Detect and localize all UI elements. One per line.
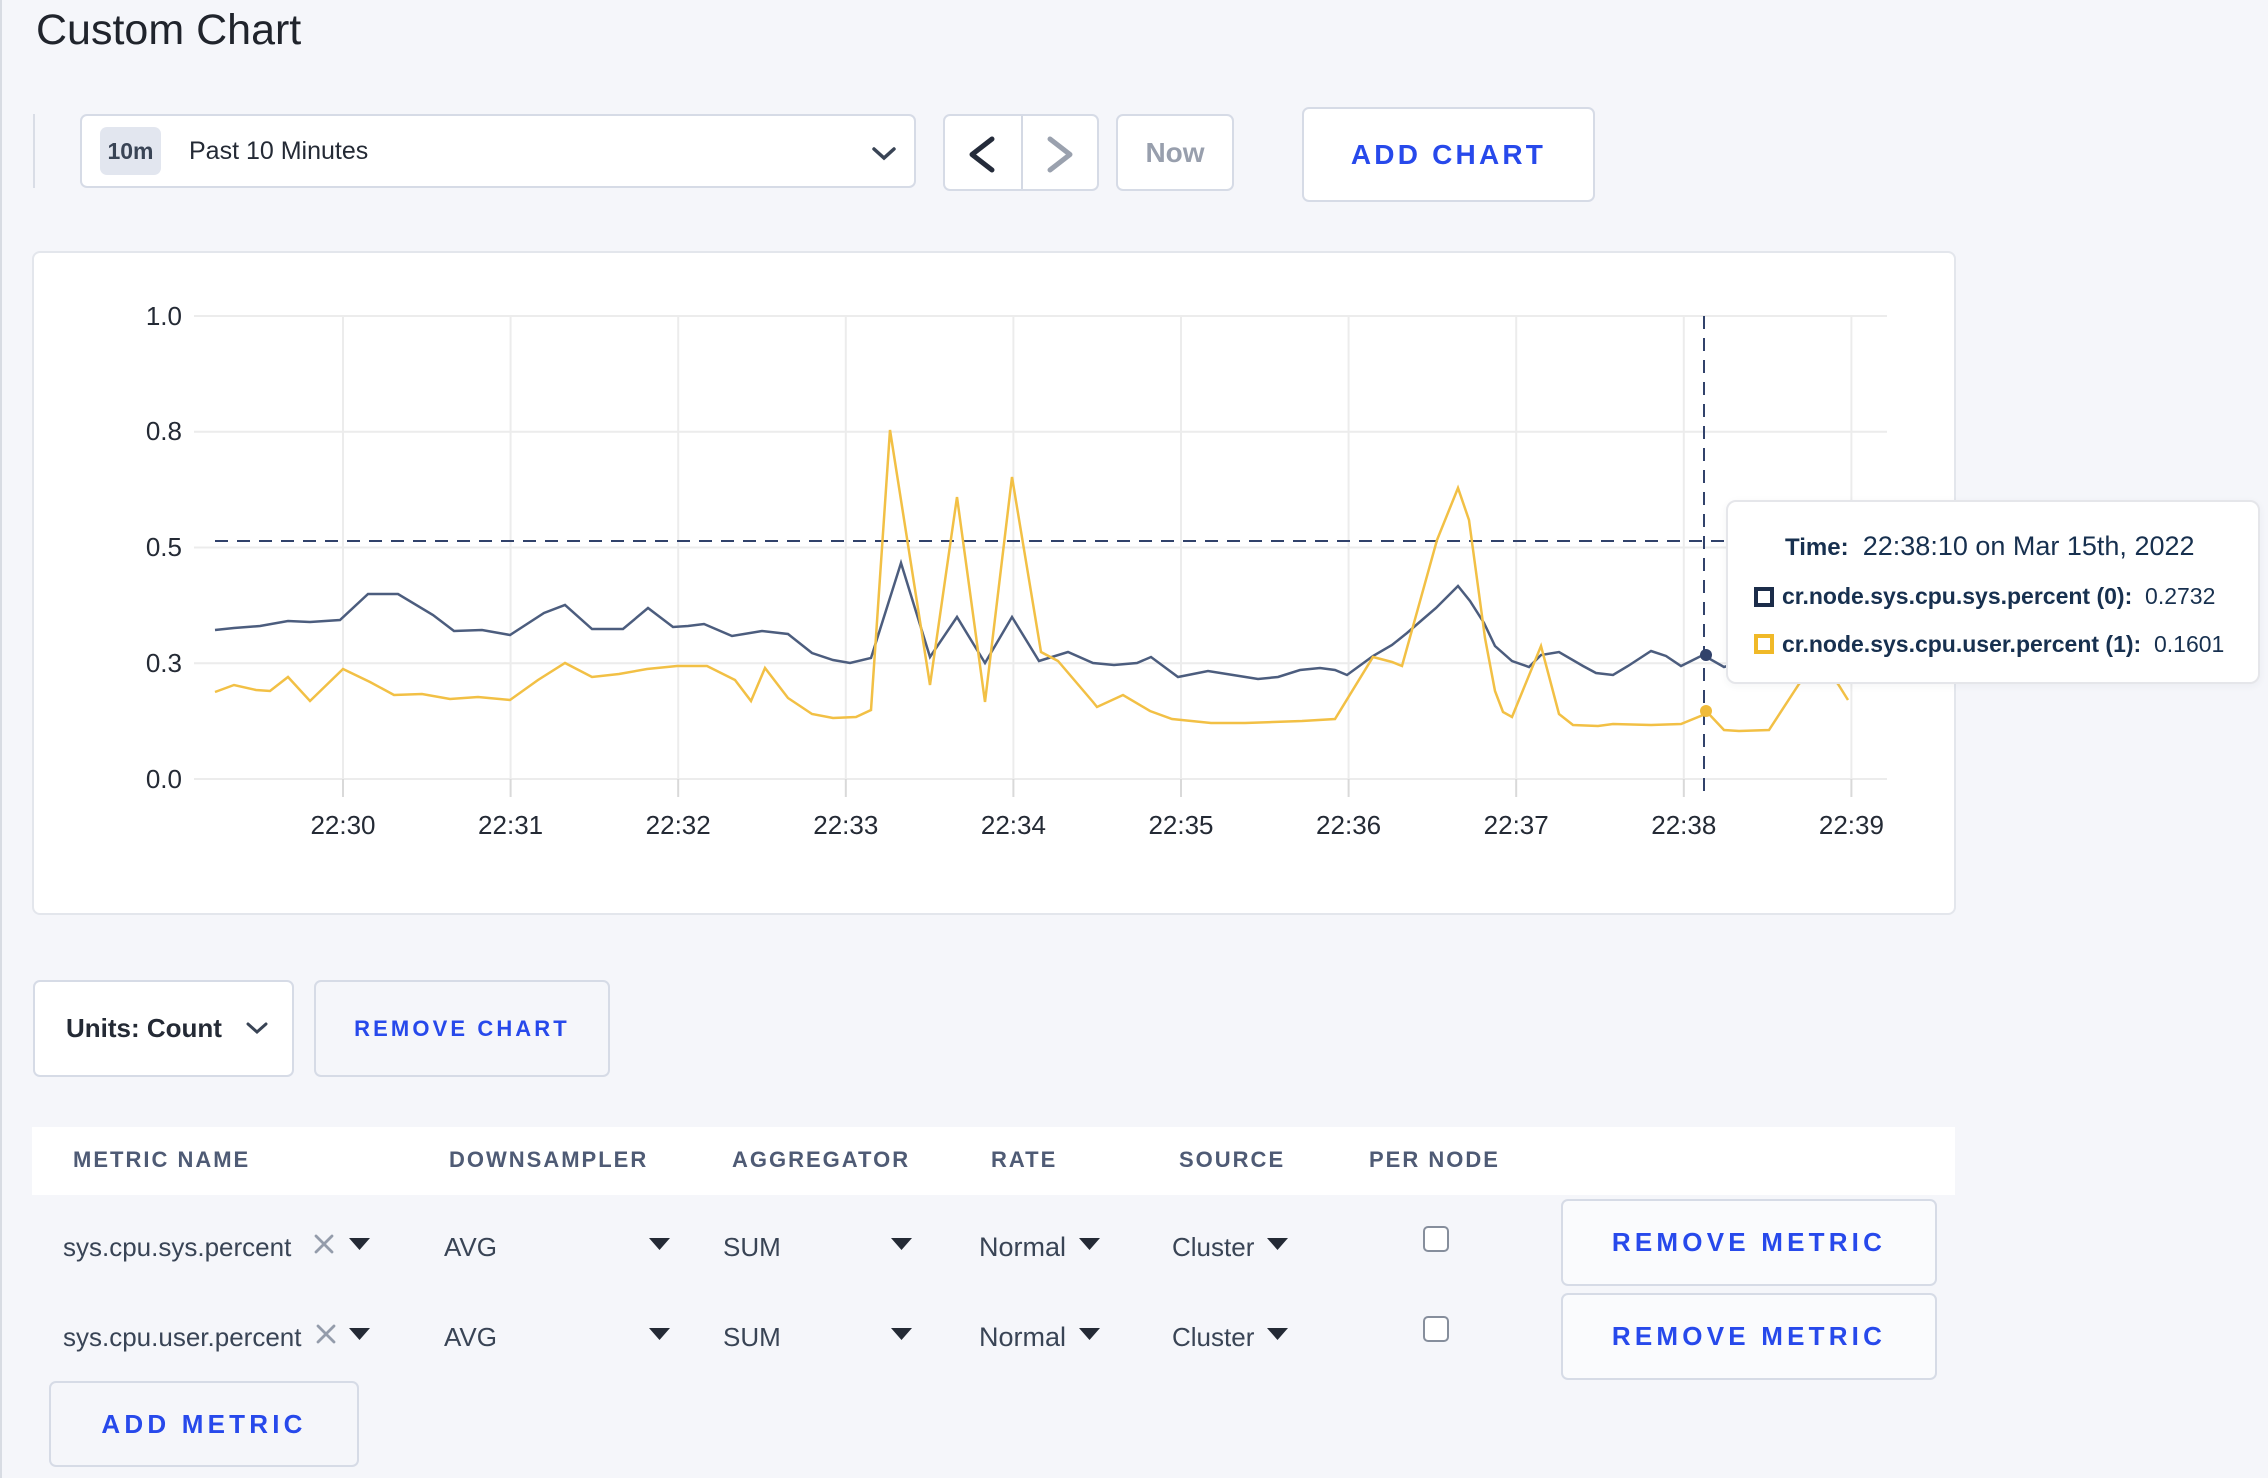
svg-text:22:36: 22:36 (1316, 810, 1381, 840)
svg-text:22:34: 22:34 (981, 810, 1046, 840)
svg-text:22:39: 22:39 (1819, 810, 1884, 840)
svg-text:22:35: 22:35 (1148, 810, 1213, 840)
svg-text:0.3: 0.3 (146, 648, 182, 678)
svg-text:0.8: 0.8 (146, 416, 182, 446)
svg-text:1.0: 1.0 (146, 301, 182, 331)
svg-text:22:32: 22:32 (646, 810, 711, 840)
svg-text:0.0: 0.0 (146, 764, 182, 794)
svg-text:22:30: 22:30 (310, 810, 375, 840)
svg-text:22:33: 22:33 (813, 810, 878, 840)
svg-text:22:38: 22:38 (1651, 810, 1716, 840)
svg-text:0.5: 0.5 (146, 532, 182, 562)
svg-text:22:37: 22:37 (1484, 810, 1549, 840)
svg-text:22:31: 22:31 (478, 810, 543, 840)
